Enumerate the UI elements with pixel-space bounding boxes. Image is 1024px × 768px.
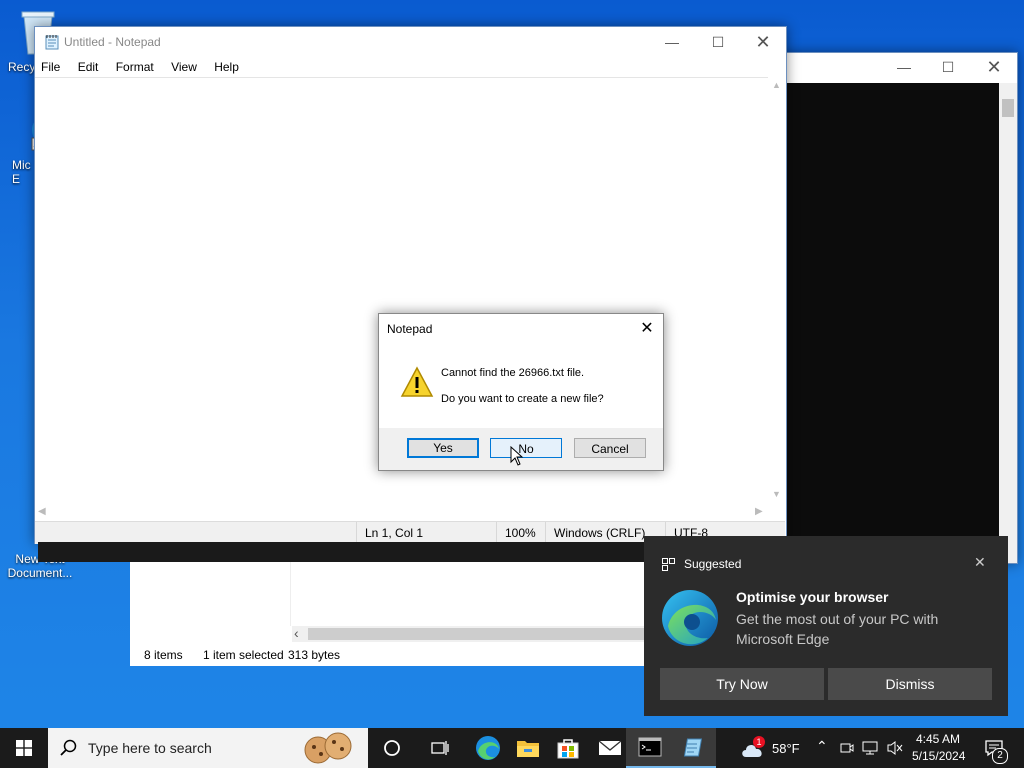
taskbar-terminal[interactable] (626, 728, 674, 768)
suggested-icon (662, 558, 675, 571)
close-button[interactable]: ✕ (740, 27, 786, 57)
weather-widget[interactable]: 1 58°F (736, 728, 806, 768)
maximize-button[interactable]: ☐ (695, 27, 741, 57)
scroll-left-icon[interactable]: ‹ (294, 625, 299, 641)
notepad-app-icon (45, 35, 59, 50)
scroll-up-icon[interactable]: ▲ (772, 80, 781, 90)
content-pane (290, 556, 651, 626)
folder-icon (517, 741, 539, 757)
meet-now-icon[interactable] (840, 741, 854, 755)
menu-help[interactable]: Help (214, 60, 239, 74)
menu-format[interactable]: Format (116, 60, 154, 74)
menu-file[interactable]: File (41, 60, 60, 74)
horizontal-scrollbar[interactable]: ◀ ▶ (35, 504, 768, 521)
yes-button[interactable]: Yes (407, 438, 479, 458)
menu-view[interactable]: View (171, 60, 197, 74)
minimize-button[interactable]: — (649, 27, 695, 57)
cortana-circle-icon (384, 740, 400, 756)
search-icon (60, 739, 77, 756)
warning-icon (400, 366, 434, 397)
dialog-message-1: Cannot find the 26966.txt file. (441, 367, 585, 379)
windows-logo-icon (16, 740, 32, 756)
edge-logo-icon (662, 590, 718, 646)
store-bag-icon (557, 739, 579, 759)
toast-body: Get the most out of your PC with Microso… (736, 611, 939, 647)
clock-time[interactable]: 4:45 AM (916, 732, 960, 746)
status-selected: 1 item selected (203, 648, 284, 662)
horizontal-scrollbar[interactable]: ‹ (292, 625, 650, 642)
scroll-left-icon[interactable]: ◀ (38, 506, 46, 517)
menu-bar: File Edit Format View Help (41, 60, 253, 74)
start-button[interactable] (0, 728, 48, 768)
scrollbar-thumb[interactable] (1002, 99, 1014, 117)
console-area (773, 83, 999, 563)
weather-alert-badge: 1 (753, 736, 765, 748)
cancel-button[interactable]: Cancel (574, 438, 646, 458)
minimize-button[interactable]: — (881, 53, 927, 81)
search-box[interactable]: Type here to search (48, 728, 368, 768)
task-view-button[interactable] (416, 728, 464, 768)
toast-header: Suggested (684, 557, 742, 571)
mail-icon (598, 740, 622, 755)
scroll-right-icon[interactable]: ▶ (755, 506, 763, 517)
menu-edit[interactable]: Edit (78, 60, 99, 74)
toast-heading: Optimise your browser (736, 589, 889, 605)
status-zoom: 100% (496, 522, 536, 544)
status-line-ending: Windows (CRLF) (545, 522, 645, 544)
task-view-icon (431, 741, 449, 755)
taskbar-notepad[interactable] (668, 728, 716, 768)
close-button[interactable]: ✕ (971, 53, 1017, 81)
vertical-scrollbar[interactable] (999, 83, 1017, 563)
cortana-button[interactable] (368, 728, 416, 768)
dialog-message-2: Do you want to create a new file? (441, 393, 604, 405)
command-prompt-icon (638, 737, 662, 757)
taskbar-store[interactable] (544, 728, 592, 768)
no-button[interactable]: No (490, 438, 562, 458)
scroll-down-icon[interactable]: ▼ (772, 489, 781, 499)
mouse-cursor-icon (510, 446, 524, 466)
notification-count-badge: 2 (992, 748, 1008, 764)
try-now-button[interactable]: Try Now (660, 668, 824, 700)
weather-temperature: 58°F (772, 741, 800, 756)
status-item-count: 8 items (144, 648, 183, 662)
show-hidden-icons-chevron-icon[interactable]: ⌃ (816, 738, 828, 755)
scrollbar-thumb[interactable] (308, 628, 648, 640)
notepad-icon (683, 738, 703, 757)
window-title: Untitled - Notepad (64, 35, 161, 49)
edge-icon (476, 736, 500, 760)
cookie-icon (304, 732, 352, 764)
toast-close-icon[interactable]: ✕ (974, 554, 986, 571)
volume-muted-icon[interactable] (886, 740, 904, 756)
status-size: 313 bytes (288, 648, 341, 662)
dialog-close-button[interactable]: ✕ (631, 314, 663, 342)
maximize-button[interactable]: ☐ (925, 53, 971, 81)
clock-date[interactable]: 5/15/2024 (912, 749, 965, 763)
network-icon[interactable] (862, 740, 878, 756)
taskbar: Type here to search 1 58°F ⌃ 4:45 AM 5/1… (0, 728, 1024, 768)
vertical-scrollbar[interactable]: ▲ ▼ (768, 77, 785, 504)
file-explorer-window[interactable]: ‹ 8 items 1 item selected 313 bytes (130, 556, 651, 666)
dialog-title: Notepad (387, 322, 433, 336)
status-position: Ln 1, Col 1 (356, 522, 423, 544)
background-window[interactable]: — ☐ ✕ (772, 52, 1018, 564)
search-placeholder: Type here to search (88, 740, 212, 756)
dismiss-button[interactable]: Dismiss (828, 668, 992, 700)
notepad-titlebar[interactable]: Untitled - Notepad — ☐ ✕ (35, 27, 786, 57)
